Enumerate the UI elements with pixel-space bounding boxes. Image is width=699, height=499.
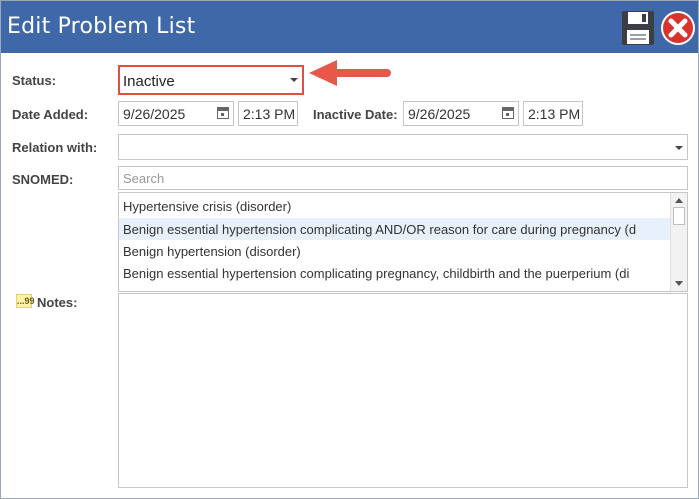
inactive-date-label: Inactive Date: [313,107,398,122]
list-scrollbar[interactable] [670,193,687,291]
close-x-icon [661,11,695,45]
close-button[interactable] [660,10,696,46]
snomed-label: SNOMED: [12,172,74,187]
notes-label: Notes: [37,295,78,310]
snomed-results-list[interactable]: Hypertensive crisis (disorder) Benign es… [118,192,688,292]
calendar-icon[interactable] [502,107,514,119]
date-added-date-field[interactable]: 9/26/2025 [118,101,234,126]
scroll-down-icon[interactable] [675,281,683,286]
inactive-date-time-value: 2:13 PM [528,106,581,122]
list-item[interactable]: Benign hypertension (disorder) [119,240,671,262]
status-dropdown[interactable]: Inactive [118,65,304,95]
status-value: Inactive [123,73,175,90]
edit-problem-list-dialog: Edit Problem List Status: Inactive Date … [0,0,699,499]
scroll-up-icon[interactable] [675,198,683,203]
inactive-date-time-field[interactable]: 2:13 PM [523,101,583,126]
date-added-time-value: 2:13 PM [243,106,296,122]
snomed-search-placeholder: Search [123,171,165,186]
date-added-time-field[interactable]: 2:13 PM [238,101,298,126]
dialog-title: Edit Problem List [7,14,196,39]
snomed-search-input[interactable]: Search [118,166,688,190]
relation-with-dropdown[interactable] [118,134,688,160]
date-added-label: Date Added: [12,107,89,122]
chevron-down-icon [675,146,683,150]
inactive-date-date-field[interactable]: 9/26/2025 [403,101,519,126]
save-button[interactable] [620,10,656,46]
relation-with-label: Relation with: [12,140,98,155]
inactive-date-date-value: 9/26/2025 [408,106,471,122]
chevron-down-icon [290,78,298,82]
notes-icon: ...99 [16,294,35,308]
list-item[interactable]: Benign essential hypertension complicati… [119,262,671,284]
title-bar: Edit Problem List [1,1,698,53]
callout-arrow-icon [309,60,391,86]
list-item[interactable]: Benign essential hypertension complicati… [119,218,671,240]
list-item[interactable]: Hypertensive crisis (disorder) [119,195,671,217]
date-added-date-value: 9/26/2025 [123,106,186,122]
notes-textarea[interactable] [118,293,688,488]
status-label: Status: [12,73,57,88]
floppy-disk-icon [622,11,654,45]
scroll-thumb[interactable] [673,207,685,225]
calendar-icon[interactable] [217,107,229,119]
